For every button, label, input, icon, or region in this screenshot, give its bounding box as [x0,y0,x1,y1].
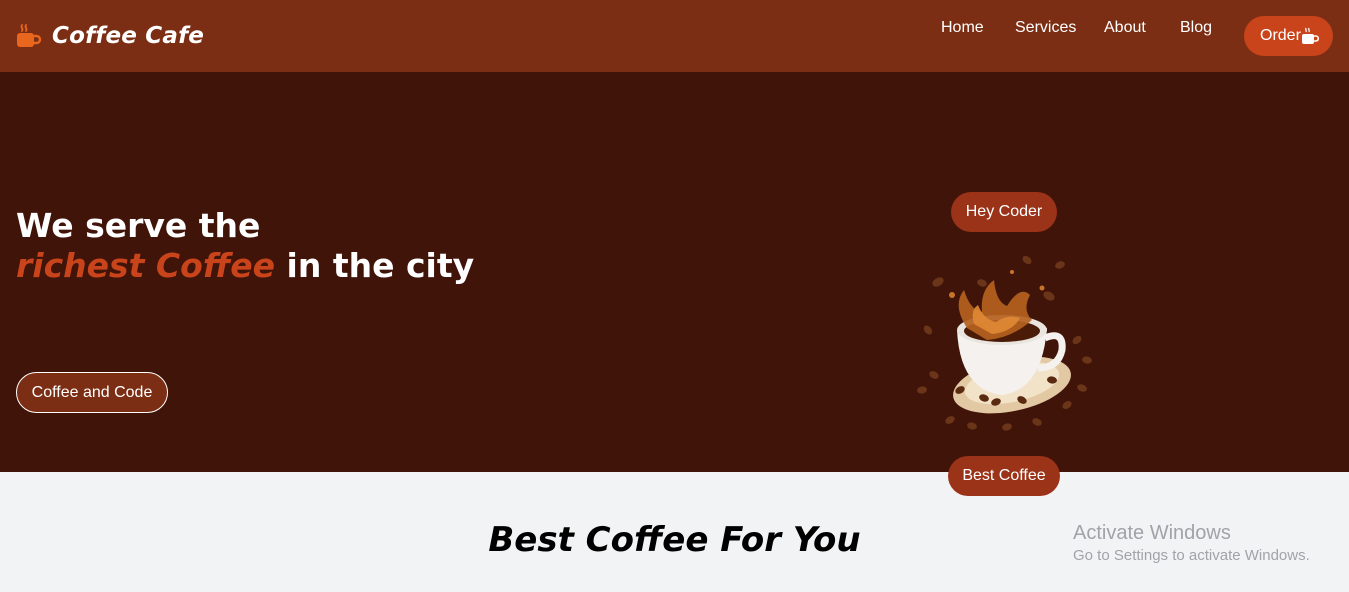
order-button[interactable]: Order [1244,16,1333,56]
headline-rest: in the city [275,246,475,285]
nav-services[interactable]: Services [1015,19,1076,37]
coffee-cup-image [917,255,1092,431]
order-label: Order [1260,27,1301,44]
headline-line1: We serve the [16,206,261,245]
coffee-and-code-button[interactable]: Coffee and Code [16,372,168,413]
coffee-cup-icon [17,24,42,47]
nav-home[interactable]: Home [941,19,984,37]
navbar: Coffee Cafe Home Services About Blog Ord… [0,0,1349,72]
brand[interactable]: Coffee Cafe [14,22,204,50]
headline-accent: richest Coffee [16,246,276,285]
coffee-cup-icon [1302,27,1320,44]
hero-section: We serve the richest Coffee in the city … [0,72,1349,496]
best-coffee-badge[interactable]: Best Coffee [948,456,1060,496]
activate-windows-subtitle: Go to Settings to activate Windows. [1073,547,1310,564]
brand-name: Coffee Cafe [52,23,205,49]
hey-coder-badge[interactable]: Hey Coder [951,192,1057,232]
activate-windows-title: Activate Windows [1073,522,1231,544]
nav-blog[interactable]: Blog [1180,19,1212,37]
hero-headline: We serve the richest Coffee in the city [16,206,474,286]
nav-about[interactable]: About [1104,19,1146,37]
